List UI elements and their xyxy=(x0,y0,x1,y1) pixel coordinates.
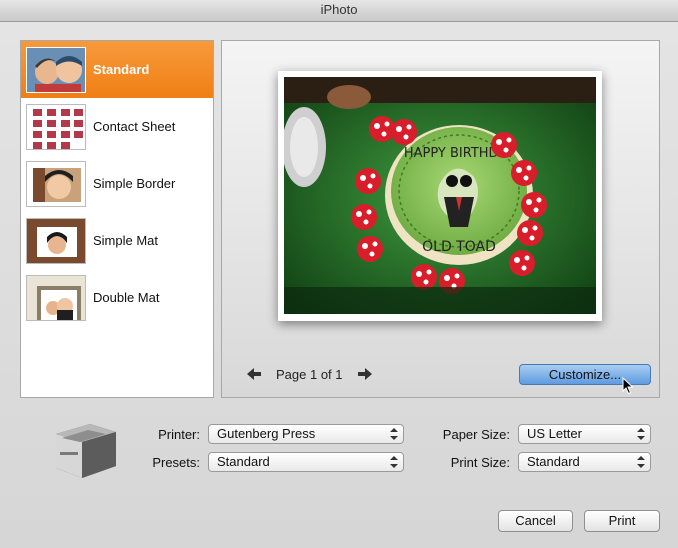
mouse-cursor-icon xyxy=(622,377,634,395)
svg-text:OLD TOAD: OLD TOAD xyxy=(422,239,496,255)
simple-mat-thumbnail xyxy=(26,217,86,264)
printer-label: Printer: xyxy=(158,427,200,442)
popup-arrows-icon xyxy=(390,428,398,440)
photo-preview-frame: HAPPY BIRTHDAY OLD TOAD xyxy=(278,71,602,321)
theme-label-contact-sheet: Contact Sheet xyxy=(93,119,176,134)
paper-size-label: Paper Size: xyxy=(442,427,510,442)
printer-value: Gutenberg Press xyxy=(217,426,316,441)
standard-thumbnail xyxy=(26,46,86,93)
theme-label-double-mat: Double Mat xyxy=(93,290,160,305)
popup-arrows-icon xyxy=(390,456,398,468)
paper-size-popup[interactable]: US Letter xyxy=(518,424,651,444)
theme-item-simple-mat[interactable]: Simple Mat xyxy=(21,212,213,269)
simple-border-thumbnail xyxy=(26,160,86,207)
window-title: iPhoto xyxy=(320,2,358,17)
presets-value: Standard xyxy=(217,454,270,469)
print-size-popup[interactable]: Standard xyxy=(518,452,651,472)
print-size-label: Print Size: xyxy=(450,455,510,470)
page-indicator: Page 1 of 1 xyxy=(276,366,343,382)
presets-popup[interactable]: Standard xyxy=(208,452,404,472)
next-page-icon[interactable] xyxy=(357,366,373,382)
theme-item-double-mat[interactable]: Double Mat xyxy=(21,269,213,326)
print-button[interactable]: Print xyxy=(584,510,660,532)
theme-label-standard: Standard xyxy=(93,62,150,77)
photo-preview: HAPPY BIRTHDAY OLD TOAD xyxy=(284,77,596,314)
contact-sheet-thumbnail xyxy=(26,103,86,150)
double-mat-thumbnail xyxy=(26,274,86,321)
paper-size-value: US Letter xyxy=(527,426,582,441)
print-preview: HAPPY BIRTHDAY OLD TOAD Page 1 of 1 Cust… xyxy=(221,40,660,398)
theme-item-simple-border[interactable]: Simple Border xyxy=(21,155,213,212)
popup-arrows-icon xyxy=(637,428,645,440)
theme-list[interactable]: Standard Contact Sheet Simple Border Sim… xyxy=(20,40,214,398)
printer-icon xyxy=(50,416,120,482)
previous-page-icon[interactable] xyxy=(246,366,262,382)
window-titlebar: iPhoto xyxy=(0,0,678,22)
theme-item-contact-sheet[interactable]: Contact Sheet xyxy=(21,98,213,155)
cancel-button[interactable]: Cancel xyxy=(498,510,573,532)
page-navigator: Page 1 of 1 xyxy=(246,364,373,384)
theme-item-standard[interactable]: Standard xyxy=(21,41,213,98)
presets-label: Presets: xyxy=(152,455,200,470)
popup-arrows-icon xyxy=(637,456,645,468)
theme-label-simple-mat: Simple Mat xyxy=(93,233,159,248)
print-size-value: Standard xyxy=(527,454,580,469)
printer-popup[interactable]: Gutenberg Press xyxy=(208,424,404,444)
theme-label-simple-border: Simple Border xyxy=(93,176,176,191)
